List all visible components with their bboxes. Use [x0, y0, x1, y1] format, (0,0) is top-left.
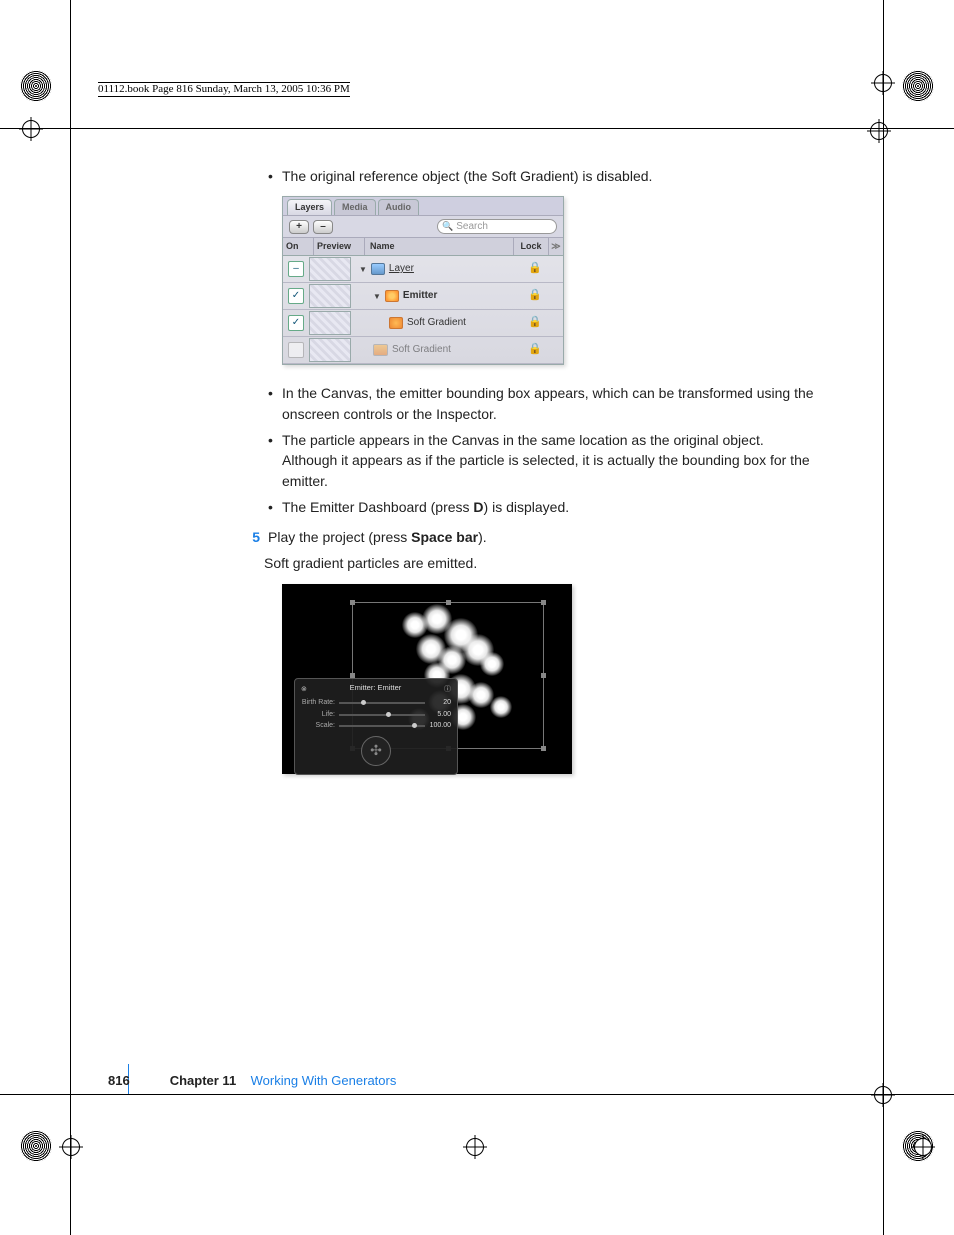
on-checkbox[interactable] — [288, 261, 304, 277]
crop-mark — [914, 1138, 932, 1156]
hud-row: Scale: 100.00 — [301, 721, 451, 731]
page-footer: 816 Chapter 11 Working With Generators — [108, 1073, 396, 1088]
bullet-item: The Emitter Dashboard (press D) is displ… — [282, 497, 820, 517]
on-checkbox[interactable] — [288, 315, 304, 331]
bullet-item: The original reference object (the Soft … — [282, 166, 820, 186]
gradient-icon — [389, 317, 403, 329]
lock-icon[interactable]: 🔒 — [521, 315, 549, 331]
page-number: 816 — [108, 1073, 130, 1088]
crop-mark — [22, 120, 40, 138]
lock-icon[interactable]: 🔒 — [521, 342, 549, 358]
page-content: The original reference object (the Soft … — [264, 166, 820, 774]
step-number: 5 — [240, 527, 260, 547]
chapter-title: Working With Generators — [251, 1073, 397, 1088]
remove-button[interactable]: – — [313, 220, 333, 234]
registration-mark — [20, 70, 52, 102]
disclosure-triangle-icon[interactable]: ▼ — [359, 264, 367, 276]
add-button[interactable]: + — [289, 220, 309, 234]
body-text: Soft gradient particles are emitted. — [264, 553, 820, 573]
row-name: Soft Gradient — [407, 316, 466, 331]
preview-thumb — [309, 257, 351, 281]
hud-title: Emitter: Emitter — [350, 683, 402, 694]
layers-panel: Layers Media Audio + – 🔍 Search On Previ… — [282, 196, 564, 365]
tab-layers[interactable]: Layers — [287, 199, 332, 215]
emitter-dashboard[interactable]: ⊗ Emitter: Emitter ⓘ Birth Rate: 20 Life… — [294, 678, 458, 775]
preview-thumb — [309, 338, 351, 362]
running-header-text: 01112.book Page 816 Sunday, March 13, 20… — [98, 82, 350, 97]
preview-thumb — [309, 311, 351, 335]
col-expand: ≫ — [548, 238, 563, 255]
hud-label: Life: — [301, 710, 335, 720]
close-icon[interactable]: ⊗ — [301, 685, 307, 695]
crop-line — [883, 0, 884, 1235]
info-icon[interactable]: ⓘ — [444, 685, 451, 695]
canvas-screenshot: ⊗ Emitter: Emitter ⓘ Birth Rate: 20 Life… — [282, 584, 572, 774]
search-icon: 🔍 — [442, 220, 453, 233]
table-row[interactable]: Soft Gradient 🔒 — [283, 337, 563, 364]
crop-mark — [62, 1138, 80, 1156]
layer-icon — [371, 263, 385, 275]
col-lock: Lock — [513, 238, 548, 255]
lock-icon[interactable]: 🔒 — [521, 288, 549, 304]
lock-icon[interactable]: 🔒 — [521, 261, 549, 277]
on-checkbox[interactable] — [288, 342, 304, 358]
running-header: 01112.book Page 816 Sunday, March 13, 20… — [98, 82, 350, 97]
preview-thumb — [309, 284, 351, 308]
crop-mark — [870, 122, 888, 140]
hud-slider[interactable] — [339, 725, 425, 727]
hud-label: Scale: — [301, 721, 335, 731]
table-row[interactable]: ▼ Layer 🔒 — [283, 256, 563, 283]
hud-slider[interactable] — [339, 714, 425, 716]
search-placeholder: Search — [456, 220, 488, 235]
hud-label: Birth Rate: — [301, 698, 335, 708]
col-preview: Preview — [314, 238, 365, 255]
tab-media[interactable]: Media — [334, 199, 376, 215]
crop-line — [70, 0, 71, 1235]
row-name: Emitter — [403, 289, 437, 304]
crop-mark — [466, 1138, 484, 1156]
table-row[interactable]: Soft Gradient 🔒 — [283, 310, 563, 337]
column-headers: On Preview Name Lock ≫ — [283, 238, 563, 256]
hud-value: 100.00 — [429, 721, 451, 731]
chapter-label: Chapter 11 — [170, 1073, 236, 1088]
crop-line — [0, 1094, 954, 1095]
row-name: Soft Gradient — [392, 343, 451, 358]
table-row[interactable]: ▼ Emitter 🔒 — [283, 283, 563, 310]
tab-audio[interactable]: Audio — [378, 199, 420, 215]
col-name: Name — [365, 238, 513, 255]
hud-row: Life: 5.00 — [301, 710, 451, 720]
crop-line — [0, 128, 954, 129]
disclosure-triangle-icon[interactable]: ▼ — [373, 291, 381, 303]
emitter-icon — [385, 290, 399, 302]
registration-mark — [20, 1130, 52, 1162]
bullet-item: The particle appears in the Canvas in th… — [282, 430, 820, 491]
registration-mark — [902, 70, 934, 102]
col-on: On — [283, 238, 314, 255]
hud-value: 5.00 — [429, 710, 451, 720]
hud-row: Birth Rate: 20 — [301, 698, 451, 708]
hud-value: 20 — [429, 698, 451, 708]
search-input[interactable]: 🔍 Search — [437, 219, 557, 234]
bullet-item: In the Canvas, the emitter bounding box … — [282, 383, 820, 424]
row-name: Layer — [389, 262, 414, 277]
emission-wheel[interactable] — [361, 736, 391, 766]
hud-slider[interactable] — [339, 702, 425, 704]
step-text: Play the project (press Space bar). — [268, 527, 487, 547]
image-icon — [373, 344, 388, 356]
on-checkbox[interactable] — [288, 288, 304, 304]
